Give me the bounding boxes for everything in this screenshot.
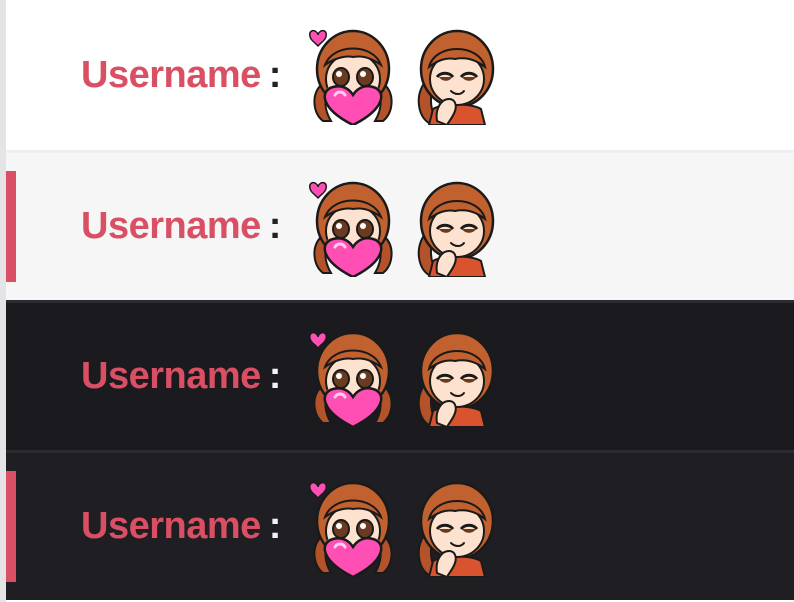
smug-blush-emote: [407, 177, 507, 277]
highlight-accent-bar: [6, 471, 16, 582]
chat-line-light-highlighted: Username :: [6, 150, 794, 300]
chat-preview: Username : Username : Username : Usernam…: [0, 0, 794, 602]
chat-message: Username :: [81, 327, 507, 427]
username-separator: :: [268, 355, 282, 397]
chat-line-dark-highlighted: Username :: [6, 450, 794, 600]
chat-message: Username :: [81, 477, 507, 577]
username-label[interactable]: Username: [81, 54, 261, 97]
smug-blush-emote: [407, 327, 507, 427]
username-label[interactable]: Username: [81, 505, 261, 548]
username-label[interactable]: Username: [81, 205, 261, 248]
heart-hug-emote: [303, 25, 403, 125]
chat-line-dark: Username :: [6, 300, 794, 450]
username-separator: :: [268, 505, 282, 547]
heart-hug-emote: [303, 477, 403, 577]
chat-message: Username :: [81, 25, 507, 125]
heart-hug-emote: [303, 327, 403, 427]
username-label[interactable]: Username: [81, 355, 261, 398]
chat-message: Username :: [81, 177, 507, 277]
highlight-accent-bar: [6, 171, 16, 282]
username-separator: :: [268, 205, 282, 247]
chat-line-light: Username :: [6, 0, 794, 150]
smug-blush-emote: [407, 477, 507, 577]
heart-hug-emote: [303, 177, 403, 277]
username-separator: :: [268, 53, 282, 96]
smug-blush-emote: [407, 25, 507, 125]
